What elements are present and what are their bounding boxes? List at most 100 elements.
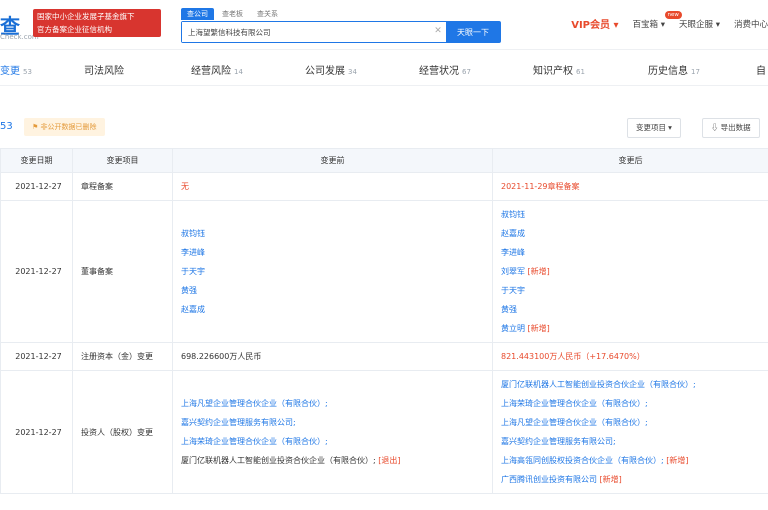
entity-link[interactable]: 赵嘉成 — [181, 305, 205, 314]
change-tag: [退出] — [375, 456, 401, 465]
entity-link[interactable]: 黄立明 — [501, 324, 525, 333]
value-text: 厦门亿联机器人工智能创业投资合伙企业（有限合伙）; — [181, 456, 376, 465]
before-value-cell: 无 — [172, 172, 493, 201]
search-tab-company[interactable]: 查公司 — [181, 8, 214, 20]
tab-company-development[interactable]: 公司发展 34 — [305, 62, 357, 77]
after-value-cell: 厦门亿联机器人工智能创业投资合伙企业（有限合伙）; 上海荣琦企业管理合伙企业（有限… — [492, 370, 768, 494]
baibaoxiang-label: 百宝箱 — [632, 19, 659, 30]
entity-link[interactable]: 赵嘉成 — [501, 229, 525, 238]
entity-link[interactable]: 上海凡望企业管理合伙企业（有限合伙）; — [501, 418, 648, 427]
change-item-cell: 董事备案 — [72, 200, 173, 343]
after-value-cell: 2021-11-29章程备案 — [492, 172, 768, 201]
value-line: 2021-11-29章程备案 — [501, 177, 760, 196]
table-row: 2021-12-27 董事备案 叔钧钰 李进峰 于天宇 黄强 赵嘉成 叔钧钰 赵嘉成 李进峰 刘翠军… — [0, 200, 768, 343]
value-line: 厦门亿联机器人工智能创业投资合伙企业（有限合伙）; [退出] — [181, 451, 484, 470]
header-before: 变更前 — [172, 148, 493, 173]
change-tag: [新增] — [525, 267, 550, 276]
consumer-center-link[interactable]: 消费中心 — [734, 18, 768, 30]
search-tab-relation[interactable]: 查关系 — [251, 8, 284, 20]
value-line: 李进峰 — [501, 243, 760, 262]
entity-link[interactable]: 广西腾讯创业投资有限公司 — [501, 475, 597, 484]
value-line: 叔钧钰 — [501, 205, 760, 224]
value-line: 嘉兴契约企业管理服务有限公司; — [501, 432, 760, 451]
value-line: 黄立明 [新增] — [501, 319, 760, 338]
entity-link[interactable]: 嘉兴契约企业管理服务有限公司; — [181, 418, 296, 427]
entity-link[interactable]: 于天宇 — [501, 286, 525, 295]
entity-link[interactable]: 李进峰 — [181, 248, 205, 257]
change-date-cell: 2021-12-27 — [0, 200, 73, 343]
tab-changes[interactable]: 变更 53 — [0, 62, 32, 77]
search-button[interactable]: 天眼一下 — [446, 22, 500, 42]
entity-link[interactable]: 上海荣琦企业管理合伙企业（有限合伙）; — [501, 399, 648, 408]
search-box: ✕ 天眼一下 — [181, 21, 501, 43]
value-line: 李进峰 — [181, 243, 484, 262]
banner-line-1: 国家中小企业发展子基金旗下 — [37, 12, 135, 21]
changes-table: 变更日期 变更项目 变更前 变更后 2021-12-27 章程备案无 2021-11… — [0, 148, 768, 494]
value-line: 上海荣琦企业管理合伙企业（有限合伙）; — [181, 432, 484, 451]
tab-label: 经营风险 — [191, 66, 231, 77]
banner-line-2: 官方备案企业征信机构 — [37, 25, 112, 34]
tab-count: 34 — [348, 68, 357, 76]
entity-link[interactable]: 黄强 — [181, 286, 197, 295]
entity-link[interactable]: 叔钧钰 — [181, 229, 205, 238]
change-date-cell: 2021-12-27 — [0, 370, 73, 494]
tab-intellectual-property[interactable]: 知识产权 61 — [533, 62, 585, 77]
change-item-cell: 投资人（股权）变更 — [72, 370, 173, 494]
private-data-notice[interactable]: ⚑ 非公开数据已删除 — [24, 118, 105, 136]
value-line: 于天宇 — [181, 262, 484, 281]
tab-count: 67 — [462, 68, 471, 76]
export-data-button[interactable]: ⇩ 导出数据 — [702, 118, 760, 138]
header-change-date: 变更日期 — [0, 148, 73, 173]
tab-count: 17 — [691, 68, 700, 76]
filter-change-item-button[interactable]: 变更项目 ▾ — [627, 118, 681, 138]
header-after: 变更后 — [492, 148, 768, 173]
tab-more[interactable]: 自 — [756, 62, 768, 77]
entity-link[interactable]: 上海高瓴同创股权投资合伙企业（有限合伙）; — [501, 456, 664, 465]
tab-label: 变更 — [0, 66, 20, 77]
tab-label: 司法风险 — [84, 66, 124, 77]
tab-count: 14 — [234, 68, 243, 76]
tab-count: 53 — [23, 68, 32, 76]
change-tag: [新增] — [597, 475, 622, 484]
before-value-cell: 698.226600万人民币 — [172, 342, 493, 371]
after-value-cell: 叔钧钰赵嘉成李进峰刘翠军 [新增] 于天宇黄强黄立明 [新增] — [492, 200, 768, 343]
search-tab-boss[interactable]: 查老板 — [216, 8, 249, 20]
value-text: 821.443100万人民币（+17.6470%） — [501, 352, 645, 361]
search-input[interactable] — [182, 22, 430, 42]
tab-business-risk[interactable]: 经营风险 14 — [191, 62, 243, 77]
entity-link[interactable]: 黄强 — [501, 305, 517, 314]
tianyan-service-link[interactable]: 天眼企服 ▾ — [679, 18, 720, 30]
change-date-cell: 2021-12-27 — [0, 342, 73, 371]
entity-link[interactable]: 叔钧钰 — [501, 210, 525, 219]
entity-link[interactable]: 于天宇 — [181, 267, 205, 276]
search-area: 查公司 查老板 查关系 ✕ 天眼一下 — [181, 8, 501, 43]
entity-link[interactable]: 刘翠军 — [501, 267, 525, 276]
tab-label: 知识产权 — [533, 66, 573, 77]
entity-link[interactable]: 厦门亿联机器人工智能创业投资合伙企业（有限合伙）; — [501, 380, 696, 389]
value-text: 698.226600万人民币 — [181, 352, 262, 361]
baibaoxiang-link[interactable]: 百宝箱 ▾ new — [632, 10, 682, 30]
tab-history[interactable]: 历史信息 17 — [648, 62, 700, 77]
value-line: 叔钧钰 — [181, 224, 484, 243]
top-header: 查 Check.com 国家中小企业发展子基金旗下 官方备案企业征信机构 查公司… — [0, 0, 768, 50]
changes-count: 53 — [0, 121, 13, 132]
changes-toolbar: 53 ⚑ 非公开数据已删除 变更项目 ▾ ⇩ 导出数据 — [0, 116, 768, 140]
table-row: 2021-12-27 注册资本（金）变更 698.226600万人民币 821.443… — [0, 342, 768, 371]
vip-link[interactable]: VIP会员 ▾ — [571, 16, 618, 31]
promo-banner[interactable]: 国家中小企业发展子基金旗下 官方备案企业征信机构 — [33, 9, 161, 37]
value-line: 赵嘉成 — [501, 224, 760, 243]
tab-label: 自 — [756, 66, 766, 77]
change-item-cell: 注册资本（金）变更 — [72, 342, 173, 371]
table-row: 2021-12-27 投资人（股权）变更 上海凡望企业管理合伙企业（有限合伙）; 嘉兴… — [0, 370, 768, 494]
entity-link[interactable]: 上海荣琦企业管理合伙企业（有限合伙）; — [181, 437, 328, 446]
clear-icon[interactable]: ✕ — [430, 22, 446, 42]
entity-link[interactable]: 上海凡望企业管理合伙企业（有限合伙）; — [181, 399, 328, 408]
entity-link[interactable]: 李进峰 — [501, 248, 525, 257]
tab-legal-risk[interactable]: 司法风险 — [84, 62, 127, 77]
tab-operating-status[interactable]: 经营状况 67 — [419, 62, 471, 77]
tab-count: 61 — [576, 68, 585, 76]
section-tabs: 变更 53 司法风险 经营风险 14 公司发展 34 经营状况 67 知识产权 61 历史… — [0, 54, 768, 86]
after-value-cell: 821.443100万人民币（+17.6470%） — [492, 342, 768, 371]
value-line: 上海凡望企业管理合伙企业（有限合伙）; — [501, 413, 760, 432]
entity-link[interactable]: 嘉兴契约企业管理服务有限公司; — [501, 437, 616, 446]
